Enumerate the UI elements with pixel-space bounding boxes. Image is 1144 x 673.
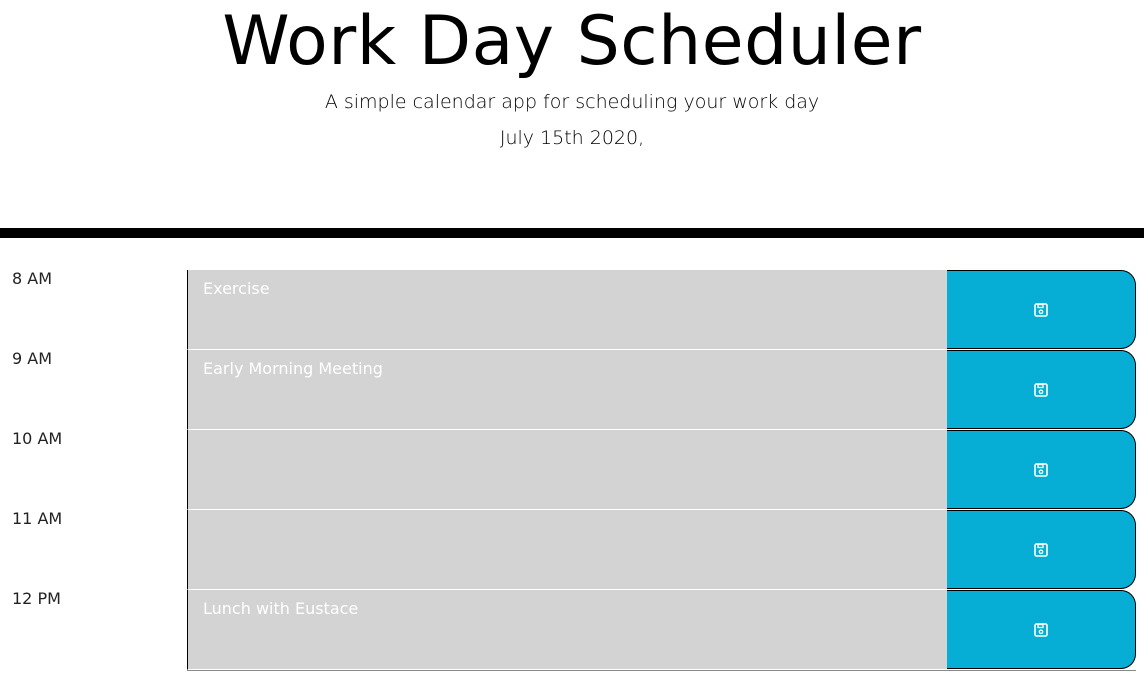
event-description-field[interactable]: Lunch with Eustace (187, 590, 948, 670)
current-day: July 15th 2020, (499, 127, 645, 149)
event-description-field[interactable]: Exercise (187, 270, 948, 350)
time-block-12pm: 12 PM Lunch with Eustace (0, 590, 1144, 670)
hour-label: 12 PM (12, 589, 61, 608)
floppy-disk-icon (1034, 462, 1048, 477)
event-description-field[interactable] (187, 430, 948, 510)
page-title: Work Day Scheduler (222, 2, 922, 81)
save-button[interactable] (947, 270, 1136, 349)
header: Work Day Scheduler A simple calendar app… (0, 0, 1144, 238)
divider (187, 670, 1136, 671)
floppy-disk-icon (1034, 302, 1048, 317)
save-button[interactable] (947, 510, 1136, 589)
event-description-field[interactable] (187, 510, 948, 590)
floppy-disk-icon (1034, 542, 1048, 557)
hour-label: 9 AM (12, 349, 53, 368)
event-description-text (188, 510, 948, 520)
time-block-11am: 11 AM (0, 510, 1144, 590)
time-block-10am: 10 AM (0, 430, 1144, 510)
event-description-text: Early Morning Meeting (203, 359, 383, 378)
hour-label: 8 AM (12, 269, 53, 288)
hour-label: 10 AM (12, 429, 63, 448)
save-button[interactable] (947, 350, 1136, 429)
event-description-text (188, 430, 948, 440)
floppy-disk-icon (1034, 382, 1048, 397)
event-description-text: Lunch with Eustace (203, 599, 359, 618)
save-button[interactable] (947, 590, 1136, 669)
time-block-8am: 8 AM Exercise (0, 270, 1144, 350)
hour-label: 11 AM (12, 509, 63, 528)
floppy-disk-icon (1034, 622, 1048, 637)
event-description-field[interactable]: Early Morning Meeting (187, 350, 948, 430)
scheduler: 8 AM Exercise 9 AM Early Morning Meeting… (0, 270, 1144, 670)
page-subtitle: A simple calendar app for scheduling you… (324, 91, 820, 113)
event-description-text: Exercise (203, 279, 270, 298)
save-button[interactable] (947, 430, 1136, 509)
time-block-9am: 9 AM Early Morning Meeting (0, 350, 1144, 430)
